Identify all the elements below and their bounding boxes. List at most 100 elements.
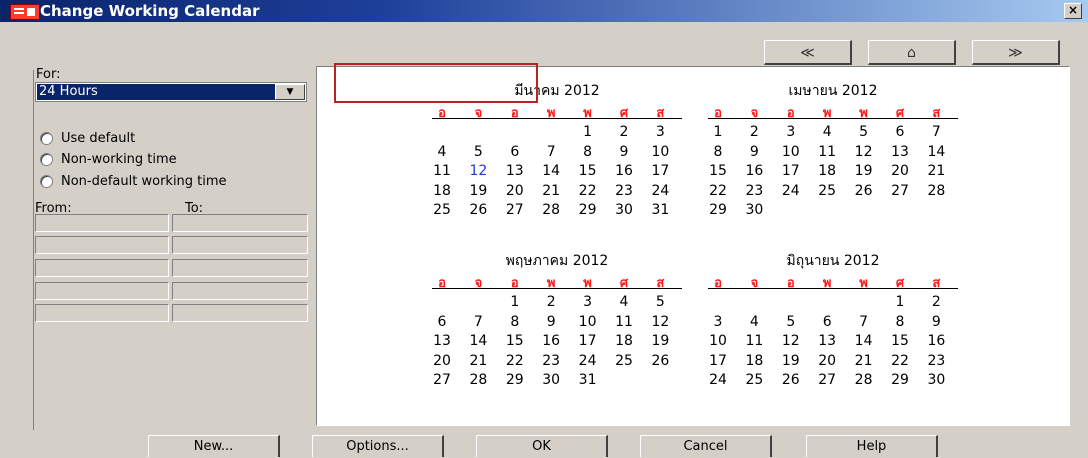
radio-use-default[interactable]: Use default [40,131,135,146]
previous-month-button[interactable]: ≪ [764,40,852,65]
day-cell[interactable]: 2 [606,124,642,140]
from-time-field-4[interactable] [35,282,169,300]
day-cell[interactable]: 13 [882,144,918,160]
day-cell[interactable]: 8 [700,144,736,160]
day-cell[interactable]: 27 [424,372,460,388]
day-cell[interactable]: 21 [460,353,496,369]
from-time-field-2[interactable] [35,236,169,254]
chevron-down-icon[interactable]: ▼ [275,84,305,100]
day-cell[interactable]: 7 [533,144,569,160]
day-cell[interactable]: 11 [606,314,642,330]
day-cell[interactable]: 16 [533,333,569,349]
day-cell[interactable]: 15 [570,163,606,179]
day-cell[interactable]: 20 [882,163,918,179]
day-cell[interactable]: 8 [497,314,533,330]
close-button[interactable]: × [1064,3,1082,19]
day-cell[interactable]: 17 [700,353,736,369]
to-time-field-2[interactable] [172,236,308,254]
day-cell[interactable]: 22 [570,183,606,199]
to-time-field-4[interactable] [172,282,308,300]
day-cell[interactable]: 28 [918,183,954,199]
day-cell[interactable]: 8 [570,144,606,160]
day-cell[interactable]: 19 [773,353,809,369]
day-cell[interactable]: 4 [606,294,642,310]
day-cell[interactable]: 29 [570,202,606,218]
day-cell[interactable]: 21 [533,183,569,199]
day-cell[interactable]: 23 [736,183,772,199]
day-cell[interactable]: 17 [570,333,606,349]
day-cell[interactable]: 6 [882,124,918,140]
day-cell[interactable]: 22 [882,353,918,369]
next-month-button[interactable]: ≫ [972,40,1060,65]
day-cell[interactable]: 18 [809,163,845,179]
day-cell[interactable]: 19 [642,333,678,349]
day-cell[interactable]: 2 [533,294,569,310]
day-cell[interactable]: 16 [736,163,772,179]
day-cell[interactable]: 12 [460,163,496,179]
day-cell[interactable]: 22 [700,183,736,199]
day-cell[interactable]: 26 [846,183,882,199]
day-cell[interactable]: 14 [918,144,954,160]
day-cell[interactable]: 24 [700,372,736,388]
day-cell[interactable]: 28 [846,372,882,388]
day-cell[interactable]: 5 [846,124,882,140]
day-cell[interactable]: 30 [918,372,954,388]
to-time-field-1[interactable] [172,214,308,232]
day-cell[interactable]: 5 [773,314,809,330]
day-cell[interactable]: 14 [846,333,882,349]
day-cell[interactable]: 20 [497,183,533,199]
radio-non-working-time[interactable]: Non-working time [40,152,177,167]
day-cell[interactable]: 4 [809,124,845,140]
day-cell[interactable]: 27 [882,183,918,199]
day-cell[interactable]: 7 [460,314,496,330]
day-cell[interactable]: 12 [846,144,882,160]
day-cell[interactable]: 23 [533,353,569,369]
day-cell[interactable]: 13 [809,333,845,349]
radio-circle-icon[interactable] [40,132,53,145]
day-cell[interactable]: 16 [918,333,954,349]
day-cell[interactable]: 25 [424,202,460,218]
day-cell[interactable]: 11 [736,333,772,349]
day-cell[interactable]: 3 [570,294,606,310]
day-cell[interactable]: 5 [642,294,678,310]
day-cell[interactable]: 15 [882,333,918,349]
radio-circle-icon[interactable] [40,175,53,188]
day-cell[interactable]: 29 [497,372,533,388]
cancel-button[interactable]: Cancel [640,435,772,457]
options-button[interactable]: Options... [312,435,444,457]
day-cell[interactable]: 31 [642,202,678,218]
day-cell[interactable]: 14 [460,333,496,349]
day-cell[interactable]: 29 [882,372,918,388]
day-cell[interactable]: 9 [918,314,954,330]
day-cell[interactable]: 19 [460,183,496,199]
day-cell[interactable]: 22 [497,353,533,369]
day-cell[interactable]: 12 [773,333,809,349]
day-cell[interactable]: 3 [700,314,736,330]
day-cell[interactable]: 18 [736,353,772,369]
day-cell[interactable]: 15 [700,163,736,179]
day-cell[interactable]: 4 [424,144,460,160]
day-cell[interactable]: 27 [497,202,533,218]
radio-circle-icon[interactable] [40,153,53,166]
day-cell[interactable]: 18 [606,333,642,349]
day-cell[interactable]: 7 [918,124,954,140]
day-cell[interactable]: 30 [736,202,772,218]
day-cell[interactable]: 8 [882,314,918,330]
day-cell[interactable]: 11 [809,144,845,160]
day-cell[interactable]: 14 [533,163,569,179]
day-cell[interactable]: 21 [918,163,954,179]
day-cell[interactable]: 1 [882,294,918,310]
day-cell[interactable]: 28 [460,372,496,388]
day-cell[interactable]: 18 [424,183,460,199]
day-cell[interactable]: 9 [736,144,772,160]
day-cell[interactable]: 29 [700,202,736,218]
day-cell[interactable]: 13 [497,163,533,179]
day-cell[interactable]: 19 [846,163,882,179]
day-cell[interactable]: 13 [424,333,460,349]
day-cell[interactable]: 26 [460,202,496,218]
day-cell[interactable]: 6 [809,314,845,330]
to-time-field-5[interactable] [172,304,308,322]
day-cell[interactable]: 30 [606,202,642,218]
from-time-field-3[interactable] [35,259,169,277]
day-cell[interactable]: 12 [642,314,678,330]
